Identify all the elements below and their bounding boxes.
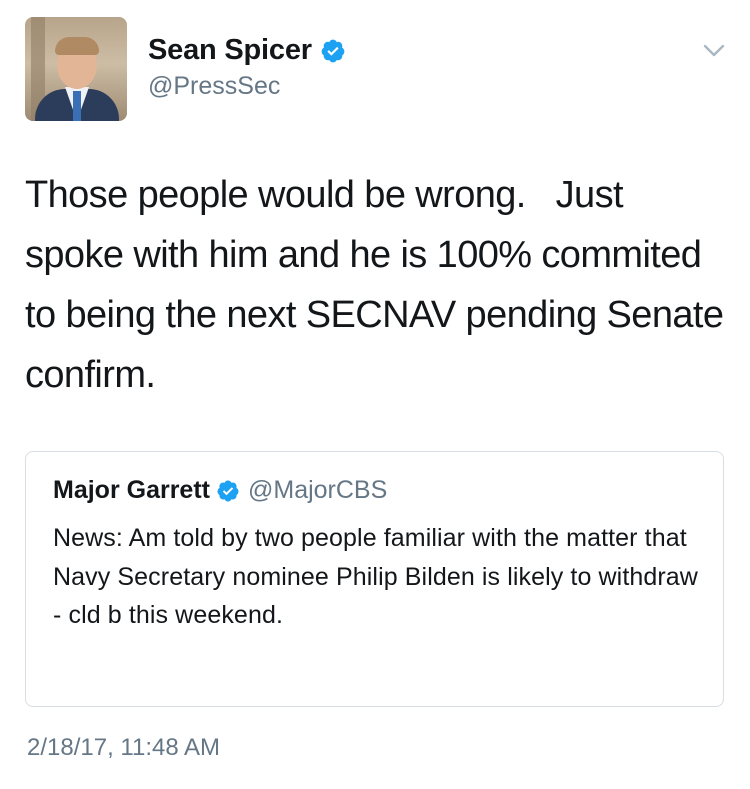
verified-badge-icon [321,39,345,62]
verified-badge-icon [217,480,239,501]
avatar[interactable] [25,17,127,121]
quoted-tweet-header: Major Garrett @MajorCBS [53,476,387,505]
tweet-timestamp[interactable]: 2/18/17, 11:48 AM [27,734,220,762]
quoted-tweet-text: News: Am told by two people familiar wit… [53,524,698,629]
avatar-hair [55,37,99,55]
author-handle[interactable]: @PressSec [148,72,280,101]
author-display-name[interactable]: Sean Spicer [148,34,312,67]
author-name-row: Sean Spicer [148,34,346,67]
tweet-text: Those people would be wrong. Just spoke … [25,174,734,396]
quoted-author-name: Major Garrett [53,476,210,504]
quoted-author-handle: @MajorCBS [247,476,388,504]
chevron-down-icon[interactable] [702,42,726,60]
quoted-tweet-card[interactable]: Major Garrett @MajorCBS News: Am told by… [25,451,724,707]
avatar-tie [73,91,81,121]
